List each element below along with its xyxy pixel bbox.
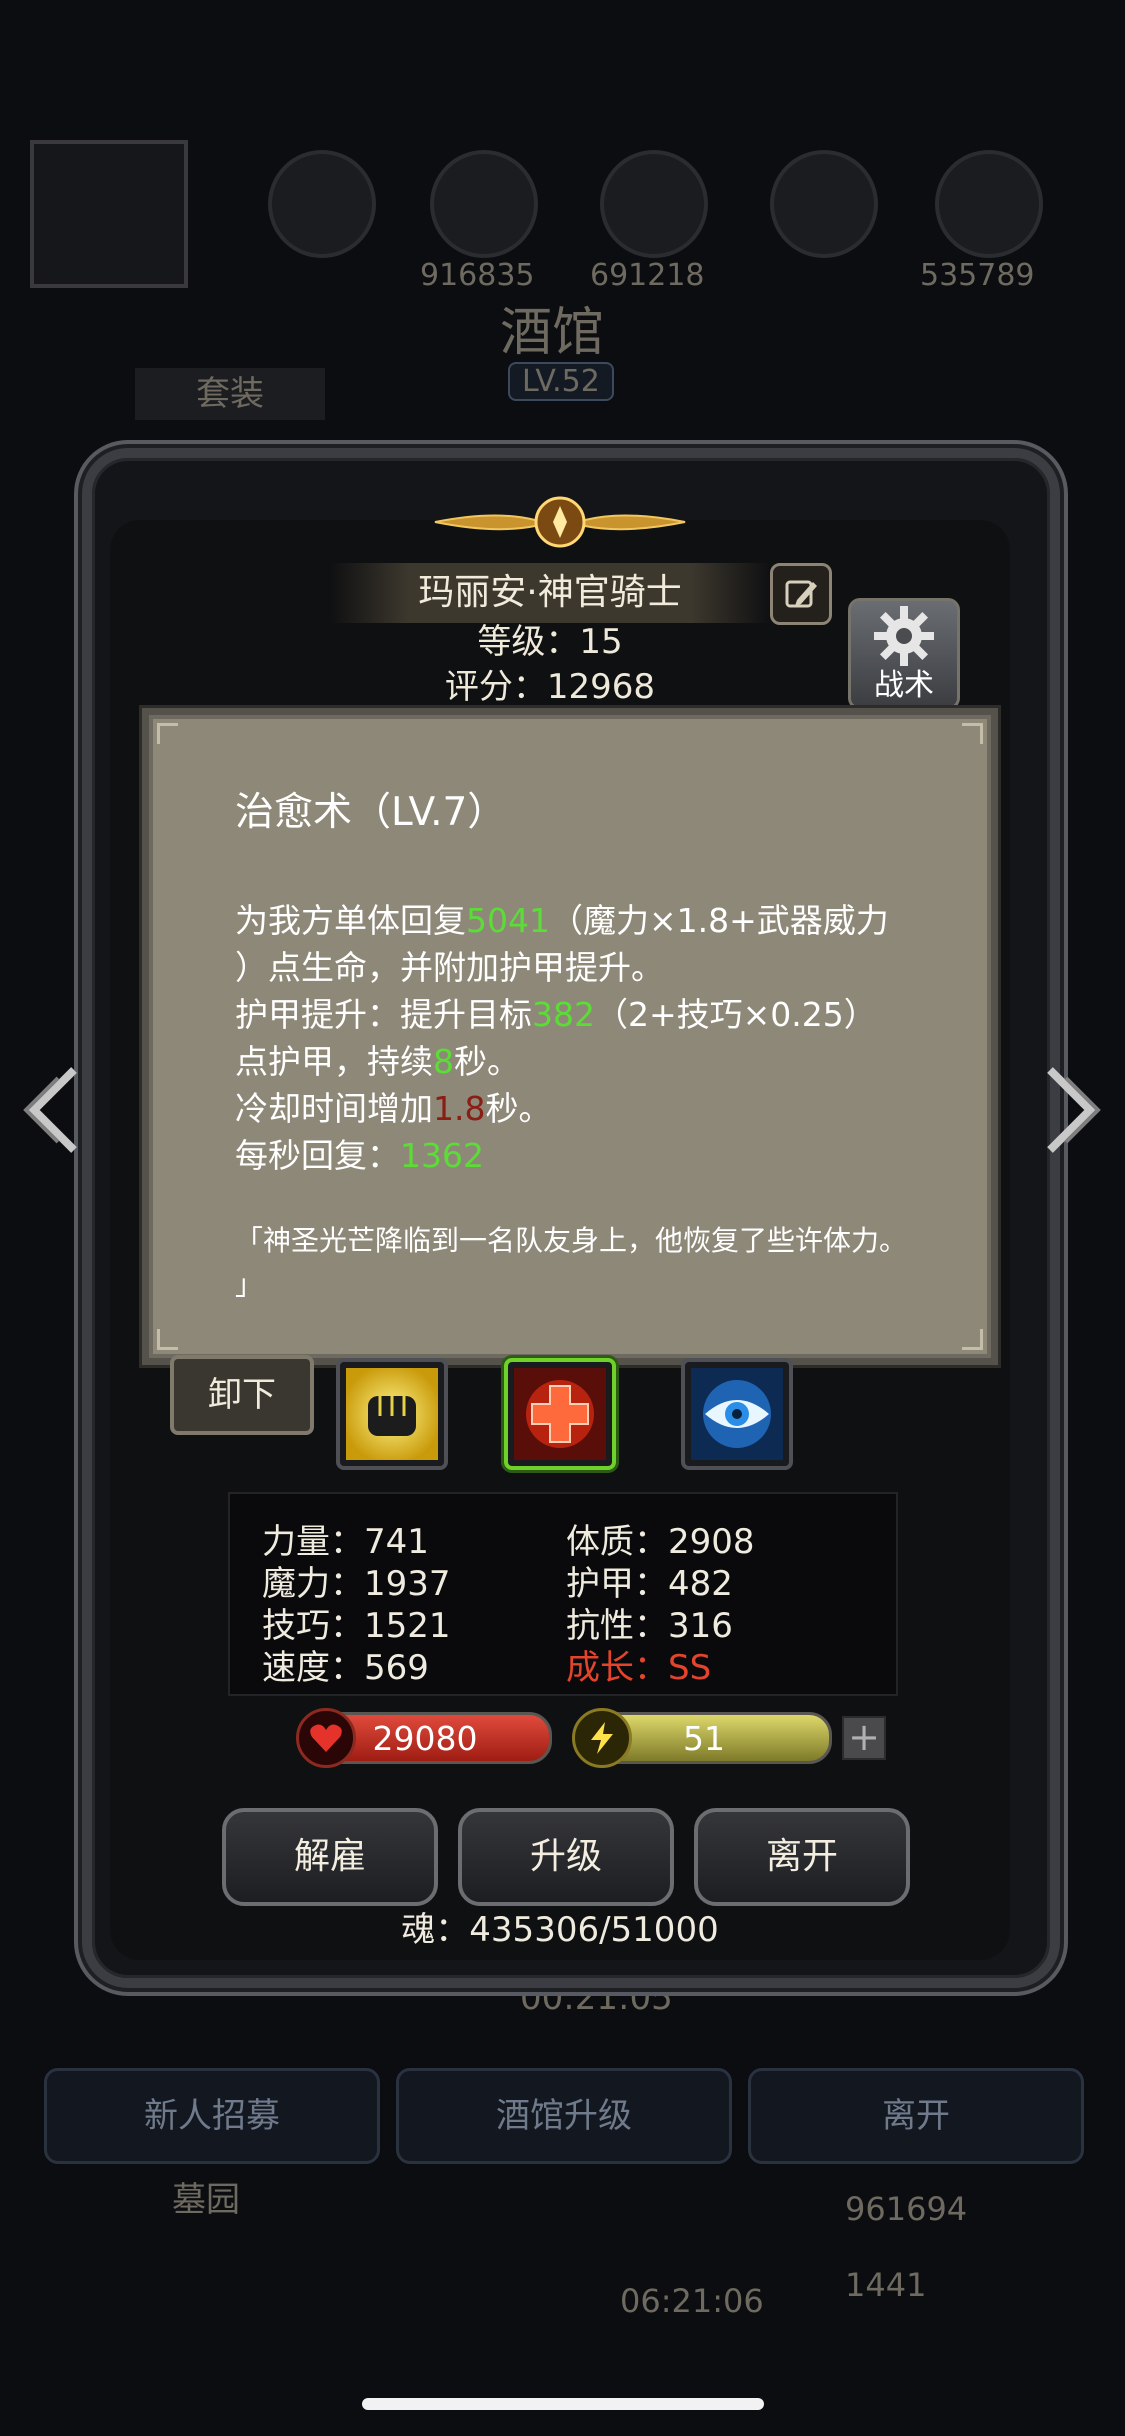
fist-icon bbox=[346, 1368, 438, 1460]
skill-title: 治愈术（LV.7） bbox=[235, 790, 507, 835]
add-energy-button[interactable]: + bbox=[842, 1716, 886, 1760]
tooltip-corner bbox=[962, 723, 983, 744]
skill-slot-heal[interactable] bbox=[504, 1358, 616, 1470]
desc-text: 护甲提升：提升目标 bbox=[235, 995, 532, 1034]
duration-value: 8 bbox=[433, 1042, 454, 1081]
resource-icon bbox=[430, 150, 538, 258]
desc-text: 为我方单体回复 bbox=[235, 901, 466, 940]
heart-icon bbox=[296, 1708, 356, 1768]
soul-cost: 魂：435306/51000 bbox=[401, 1910, 719, 1950]
gold-emblem-icon bbox=[434, 496, 686, 548]
hero-score: 评分：12968 bbox=[444, 667, 656, 707]
cooldown-value: 1.8 bbox=[433, 1089, 486, 1128]
unequip-button[interactable]: 卸下 bbox=[170, 1355, 314, 1435]
previous-hero-arrow-icon[interactable] bbox=[14, 1060, 84, 1160]
resource-icon bbox=[770, 150, 878, 258]
desc-text: 冷却时间增加 bbox=[235, 1089, 433, 1128]
desc-text: ）点生命，并附加护甲提升。 bbox=[235, 948, 664, 987]
stat-growth: 成长：SS bbox=[566, 1648, 712, 1688]
gem-count: 1441 bbox=[845, 2266, 927, 2304]
resource-icon bbox=[268, 150, 376, 258]
desc-text: 秒。 bbox=[454, 1042, 520, 1081]
resource-icon bbox=[935, 150, 1043, 258]
bottom-timer: 06:21:06 bbox=[620, 2282, 764, 2320]
home-indicator[interactable] bbox=[362, 2398, 764, 2410]
tavern-title: 酒馆 bbox=[500, 303, 605, 363]
energy-value: 51 bbox=[683, 1718, 725, 1758]
tactics-button[interactable]: 战术 bbox=[848, 598, 960, 710]
hero-level: 等级：15 bbox=[477, 622, 623, 662]
tab-recruit[interactable]: 新人招募 bbox=[44, 2068, 380, 2164]
tavern-level: LV.52 bbox=[508, 362, 614, 401]
tooltip-corner bbox=[962, 1329, 983, 1350]
skill-slot-fist[interactable] bbox=[336, 1358, 448, 1470]
eye-icon bbox=[691, 1368, 783, 1460]
hp-value: 29080 bbox=[372, 1718, 478, 1758]
top-number: 535789 bbox=[920, 258, 1035, 293]
set-tab[interactable]: 套装 bbox=[135, 368, 325, 420]
graveyard-label[interactable]: 墓园 bbox=[172, 2172, 240, 2221]
red-cross-icon bbox=[514, 1368, 606, 1460]
stat-speed: 速度：569 bbox=[262, 1648, 429, 1688]
lightning-icon bbox=[572, 1708, 632, 1768]
regen-value: 1362 bbox=[400, 1136, 484, 1175]
dismiss-button[interactable]: 解雇 bbox=[222, 1808, 438, 1906]
skill-slot-eye[interactable] bbox=[681, 1358, 793, 1470]
hero-portrait bbox=[30, 140, 188, 288]
top-number: 916835 bbox=[420, 258, 535, 293]
heal-value: 5041 bbox=[466, 901, 550, 940]
skill-description: 为我方单体回复5041（魔力×1.8+武器威力 ）点生命，并附加护甲提升。 护甲… bbox=[235, 897, 935, 1179]
leave-button[interactable]: 离开 bbox=[694, 1808, 910, 1906]
desc-text: （2+技巧×0.25） bbox=[595, 995, 877, 1034]
tooltip-corner bbox=[157, 723, 178, 744]
tab-tavern-upgrade[interactable]: 酒馆升级 bbox=[396, 2068, 732, 2164]
next-hero-arrow-icon[interactable] bbox=[1040, 1060, 1110, 1160]
flavor-line: 「神圣光芒降临到一名队友身上，他恢复了些许体力。 bbox=[235, 1224, 908, 1257]
desc-text: 点护甲，持续 bbox=[235, 1042, 433, 1081]
skill-tooltip: 治愈术（LV.7） 为我方单体回复5041（魔力×1.8+武器威力 ）点生命，并… bbox=[142, 708, 998, 1365]
tactics-label: 战术 bbox=[874, 668, 934, 703]
resource-icon bbox=[600, 150, 708, 258]
flavor-line: 」 bbox=[235, 1268, 264, 1301]
gear-icon bbox=[874, 606, 934, 666]
upgrade-button[interactable]: 升级 bbox=[458, 1808, 674, 1906]
pencil-icon bbox=[785, 580, 817, 608]
tooltip-corner bbox=[157, 1329, 178, 1350]
gold-count: 961694 bbox=[845, 2190, 968, 2228]
desc-text: 每秒回复： bbox=[235, 1136, 400, 1175]
desc-text: （魔力×1.8+武器威力 bbox=[549, 901, 889, 940]
edit-name-button[interactable] bbox=[770, 563, 832, 625]
top-number: 691218 bbox=[590, 258, 705, 293]
desc-text: 秒。 bbox=[485, 1089, 552, 1128]
skill-flavor-text: 「神圣光芒降临到一名队友身上，他恢复了些许体力。 」 bbox=[235, 1219, 935, 1307]
tab-leave[interactable]: 离开 bbox=[748, 2068, 1084, 2164]
armor-value: 382 bbox=[532, 995, 595, 1034]
